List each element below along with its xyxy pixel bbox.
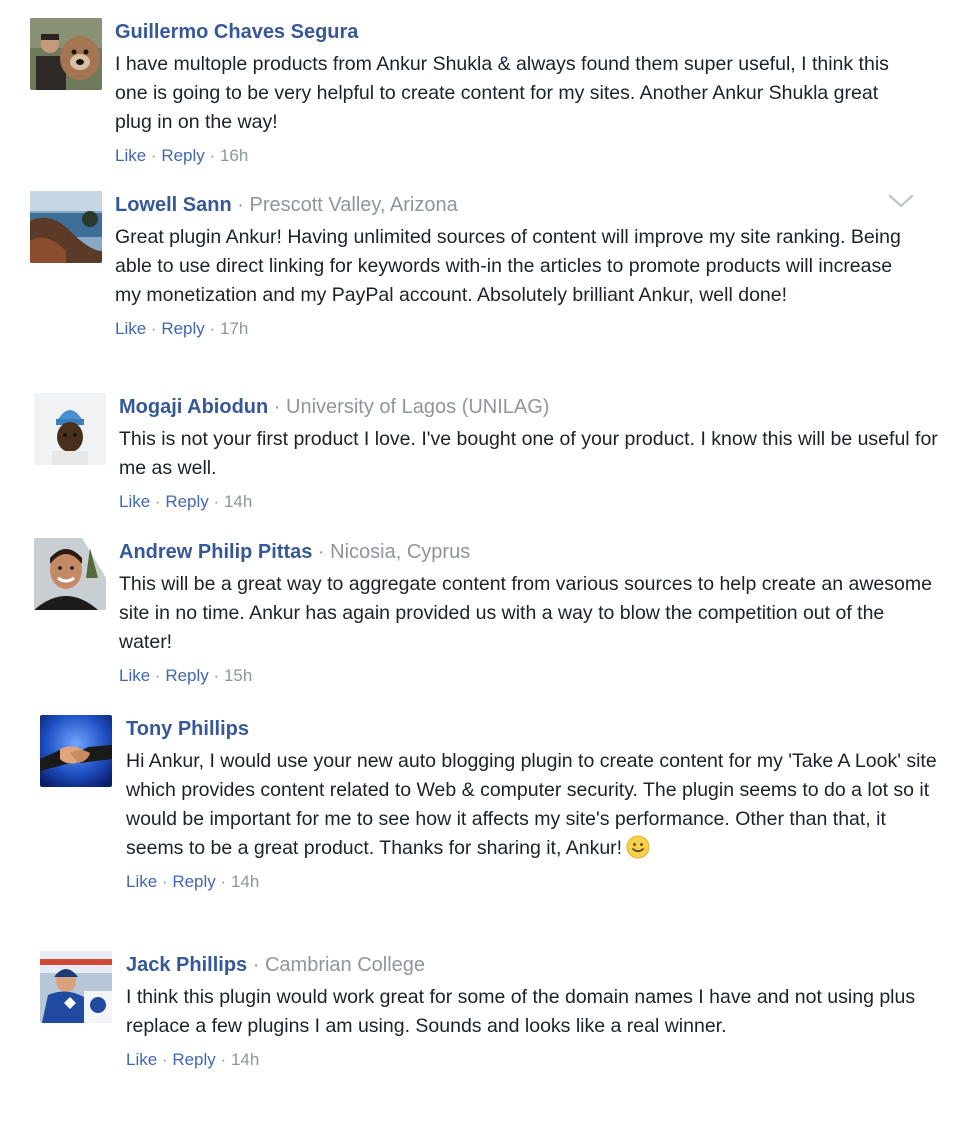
separator: ·: [209, 319, 216, 338]
reply-link[interactable]: Reply: [161, 146, 204, 165]
comment-text: This will be a great way to aggregate co…: [119, 573, 932, 653]
comment-text: This is not your first product I love. I…: [119, 428, 938, 479]
comment-actions: Like · Reply · 17h: [115, 318, 915, 340]
like-link[interactable]: Like: [115, 319, 146, 338]
separator: ·: [161, 1050, 168, 1069]
comment-text: Great plugin Ankur! Having unlimited sou…: [115, 226, 901, 306]
separator: ·: [252, 954, 260, 976]
timestamp[interactable]: 14h: [231, 1050, 259, 1069]
hockey-fan-avatar[interactable]: [40, 951, 112, 1023]
separator: ·: [161, 872, 168, 891]
separator: ·: [220, 1050, 227, 1069]
handshake-avatar[interactable]: [40, 715, 112, 787]
comment-text: I have multople products from Ankur Shuk…: [115, 53, 889, 133]
separator: ·: [213, 666, 220, 685]
comment-text-body: Hi Ankur, I would use your new auto blog…: [126, 750, 937, 859]
slight-smile-emoji: [626, 835, 650, 859]
commenter-location[interactable]: Nicosia, Cyprus: [330, 541, 470, 563]
commenter-name[interactable]: Lowell Sann: [115, 194, 232, 216]
reply-link[interactable]: Reply: [165, 492, 208, 511]
comment-actions: Like · Reply · 14h: [126, 871, 944, 893]
comment-text: I think this plugin would work great for…: [126, 986, 916, 1037]
lake-landscape-avatar[interactable]: [30, 191, 102, 263]
separator: ·: [209, 146, 216, 165]
separator: ·: [150, 319, 157, 338]
like-link[interactable]: Like: [126, 872, 157, 891]
separator: ·: [213, 492, 220, 511]
timestamp[interactable]: 14h: [224, 492, 252, 511]
timestamp[interactable]: 14h: [231, 872, 259, 891]
comment-actions: Like · Reply · 14h: [126, 1049, 944, 1071]
commenter-name[interactable]: Guillermo Chaves Segura: [115, 21, 358, 43]
commenter-name[interactable]: Andrew Philip Pittas: [119, 541, 312, 563]
separator: ·: [154, 492, 161, 511]
like-link[interactable]: Like: [119, 492, 150, 511]
like-link[interactable]: Like: [119, 666, 150, 685]
like-link[interactable]: Like: [126, 1050, 157, 1069]
commenter-location[interactable]: Prescott Valley, Arizona: [249, 194, 457, 216]
man-with-dog-avatar[interactable]: [30, 18, 102, 90]
separator: ·: [150, 146, 157, 165]
comment-text: Hi Ankur, I would use your new auto blog…: [126, 747, 944, 863]
chevron-down-icon[interactable]: [886, 192, 916, 212]
reply-link[interactable]: Reply: [172, 1050, 215, 1069]
timestamp[interactable]: 17h: [220, 319, 248, 338]
commenter-name[interactable]: Mogaji Abiodun: [119, 396, 268, 418]
separator: ·: [237, 194, 244, 216]
commenter-location[interactable]: Cambrian College: [265, 954, 425, 976]
like-link[interactable]: Like: [115, 146, 146, 165]
comment-actions: Like · Reply · 16h: [115, 145, 915, 167]
timestamp[interactable]: 16h: [220, 146, 248, 165]
separator: ·: [317, 541, 325, 563]
commenter-location[interactable]: University of Lagos (UNILAG): [286, 396, 549, 418]
comment-actions: Like · Reply · 14h: [119, 491, 939, 513]
reply-link[interactable]: Reply: [165, 666, 208, 685]
separator: ·: [154, 666, 161, 685]
commenter-name[interactable]: Jack Phillips: [126, 954, 247, 976]
separator: ·: [273, 396, 281, 418]
reply-link[interactable]: Reply: [172, 872, 215, 891]
separator: ·: [220, 872, 227, 891]
reply-link[interactable]: Reply: [161, 319, 204, 338]
commenter-name[interactable]: Tony Phillips: [126, 718, 249, 740]
comment-actions: Like · Reply · 15h: [119, 665, 939, 687]
man-in-blue-cap-avatar[interactable]: [34, 393, 106, 465]
timestamp[interactable]: 15h: [224, 666, 252, 685]
smiling-man-avatar[interactable]: [34, 538, 106, 610]
